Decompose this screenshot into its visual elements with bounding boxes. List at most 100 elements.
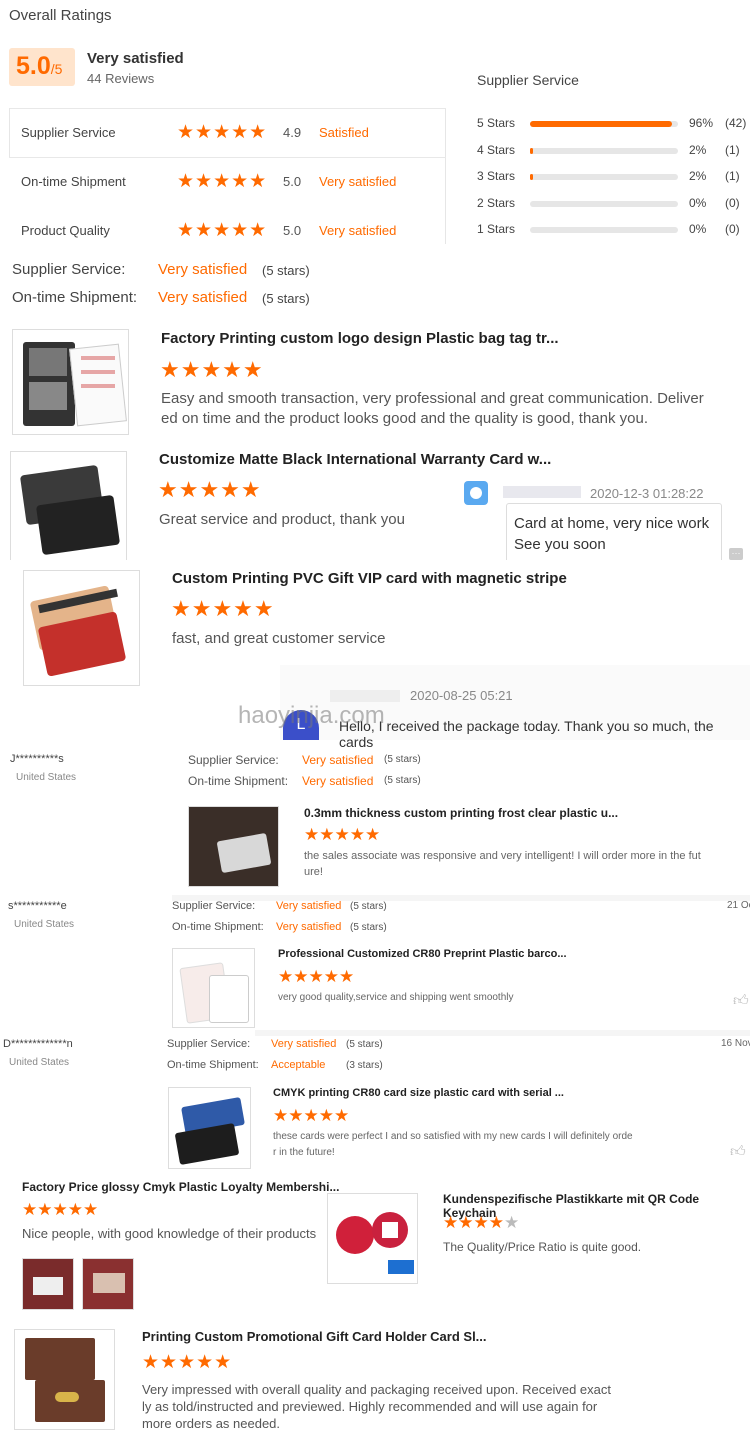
breakdown-pct: 2%	[689, 169, 707, 183]
review-text-br: The Quality/Price Ratio is quite good.	[443, 1240, 642, 1254]
review-stars-3: ★★★★★	[171, 596, 275, 621]
breakdown-bar	[530, 227, 678, 233]
summary-stars: (5 stars)	[262, 263, 310, 278]
product-image-card-holder[interactable]	[14, 1329, 115, 1430]
reply-avatar-1	[464, 481, 488, 505]
product-image-warranty-card[interactable]	[10, 451, 127, 561]
breakdown-count: (42)	[725, 116, 747, 130]
reply-bubble-1	[506, 503, 722, 563]
breakdown-count: (1)	[725, 169, 740, 183]
breakdown-count: (0)	[725, 195, 740, 210]
reviewer-country: United States	[9, 1057, 70, 1068]
review-title-last[interactable]: Printing Custom Promotional Gift Card Ho…	[142, 1329, 487, 1344]
review-stars-1: ★★★★★	[160, 357, 264, 382]
product-image-cmyk-card[interactable]	[168, 1087, 251, 1169]
review-photo-1[interactable]	[22, 1258, 74, 1310]
shipment-value: Very satisfied	[276, 921, 342, 933]
rating-label: Supplier Service	[21, 125, 116, 140]
watermark: haoyinjia.com	[238, 702, 385, 729]
review-title-3[interactable]: Custom Printing PVC Gift VIP card with m…	[172, 570, 567, 587]
shipment-value: Acceptable	[271, 1059, 326, 1071]
reviewer-text-b: r in the future!	[273, 1147, 335, 1158]
breakdown-pct: 0%	[689, 222, 707, 236]
product-image-gift-card[interactable]	[23, 570, 140, 686]
product-image-barcode-card[interactable]	[172, 948, 255, 1028]
reviewer-text-a: these cards were perfect I and so satisf…	[273, 1131, 633, 1142]
reviewer-date: 21 Oc	[727, 900, 750, 911]
breakdown-bar	[530, 121, 678, 127]
supplier-service-label: Supplier Service:	[188, 753, 279, 767]
rating-score: 4.9	[283, 125, 302, 140]
rating-text: Satisfied	[319, 125, 369, 140]
shipment-stars: (5 stars)	[384, 775, 421, 786]
reply-date-2: 2020-08-25 05:21	[410, 688, 513, 703]
breakdown-count: (0)	[725, 222, 740, 236]
review-photo-2[interactable]	[82, 1258, 134, 1310]
review-title-1[interactable]: Factory Printing custom logo design Plas…	[161, 330, 559, 347]
breakdown-bar-fill	[530, 147, 533, 154]
rating-stars: ★★★★★	[177, 171, 268, 192]
review-title-2[interactable]: Customize Matte Black International Warr…	[159, 451, 551, 468]
supplier-service-value: Very satisfied	[276, 900, 342, 912]
thumbs-up-icon[interactable]: 👍︎	[733, 992, 749, 1010]
review-count: 44 Reviews	[87, 71, 155, 86]
rating-stars: ★★★★★	[177, 220, 268, 241]
breakdown-label: 4 Stars	[477, 142, 516, 157]
reviewer-product-title[interactable]: 0.3mm thickness custom printing frost cl…	[304, 806, 618, 820]
review-text-last-b: ly as told/instructed and previewed. Hig…	[142, 1399, 598, 1414]
shipment-label: On-time Shipment:	[167, 1059, 259, 1071]
review-text-2: Great service and product, thank you	[159, 511, 405, 528]
supplier-service-value: Very satisfied	[302, 753, 374, 767]
supplier-service-label: Supplier Service:	[172, 900, 256, 912]
more-icon[interactable]: ···	[729, 548, 743, 560]
reviewer-text-a: very good quality,service and shipping w…	[278, 992, 514, 1003]
reviewer-name: D*************n	[3, 1038, 73, 1050]
supplier-service-stars: (5 stars)	[384, 754, 421, 765]
review-stars-bl: ★★★★★	[22, 1200, 99, 1219]
thumbs-up-icon[interactable]: 👍︎	[730, 1143, 746, 1161]
reply-date-1: 2020-12-3 01:28:22	[590, 486, 704, 501]
shipment-label: On-time Shipment:	[172, 921, 264, 933]
breakdown-pct: 96%	[689, 116, 714, 130]
reply-line-1b: See you soon	[514, 536, 606, 553]
summary-value: Very satisfied	[158, 261, 248, 278]
rating-stars: ★★★★★	[177, 122, 268, 143]
product-image-keychain[interactable]	[327, 1193, 418, 1284]
product-image-bag-tag[interactable]	[12, 329, 129, 435]
rating-label: Product Quality	[21, 223, 110, 238]
shipment-stars: (3 stars)	[346, 1060, 383, 1071]
reply-name-blur-1	[503, 486, 581, 498]
reviewer-name: J**********s	[10, 753, 64, 765]
breakdown-title: Supplier Service	[477, 72, 579, 88]
shipment-stars: (5 stars)	[350, 922, 387, 933]
summary-stars: (5 stars)	[262, 291, 310, 306]
breakdown-count: (1)	[725, 142, 740, 157]
review-text-last-c: more orders as needed.	[142, 1416, 281, 1431]
review-text-last-a: Very impressed with overall quality and …	[142, 1382, 611, 1397]
review-title-bl[interactable]: Factory Price glossy Cmyk Plastic Loyalt…	[22, 1180, 339, 1194]
product-image-frost-card[interactable]	[188, 806, 279, 887]
rating-score: 5.0	[283, 223, 302, 238]
reviewer-country: United States	[16, 772, 77, 783]
supplier-service-stars: (5 stars)	[346, 1039, 383, 1050]
reviewer-date: 16 Nov	[721, 1038, 750, 1049]
overall-heading: Overall Ratings	[9, 7, 112, 24]
reviewer-stars: ★★★★★	[278, 967, 355, 986]
breakdown-pct: 0%	[689, 195, 707, 210]
breakdown-bar-fill	[530, 121, 673, 127]
breakdown-bar	[530, 147, 678, 154]
reviewer-product-title[interactable]: CMYK printing CR80 card size plastic car…	[273, 1087, 564, 1099]
rating-label: On-time Shipment	[21, 174, 126, 189]
reply-name-blur-2	[330, 690, 400, 702]
review-stars-br: ★★★★★	[443, 1213, 520, 1232]
score-value: 5.0	[16, 52, 51, 80]
score-suffix: /5	[50, 61, 63, 77]
reviewer-product-title[interactable]: Professional Customized CR80 Preprint Pl…	[278, 948, 567, 960]
shipment-value: Very satisfied	[302, 774, 374, 788]
shipment-label: On-time Shipment:	[188, 774, 289, 788]
rating-text: Very satisfied	[319, 223, 397, 238]
reviewer-text-a: the sales associate was responsive and v…	[304, 850, 701, 862]
score-badge: 5.0/5	[9, 48, 75, 86]
reviewer-country: United States	[14, 919, 75, 930]
breakdown-bar	[530, 174, 678, 180]
